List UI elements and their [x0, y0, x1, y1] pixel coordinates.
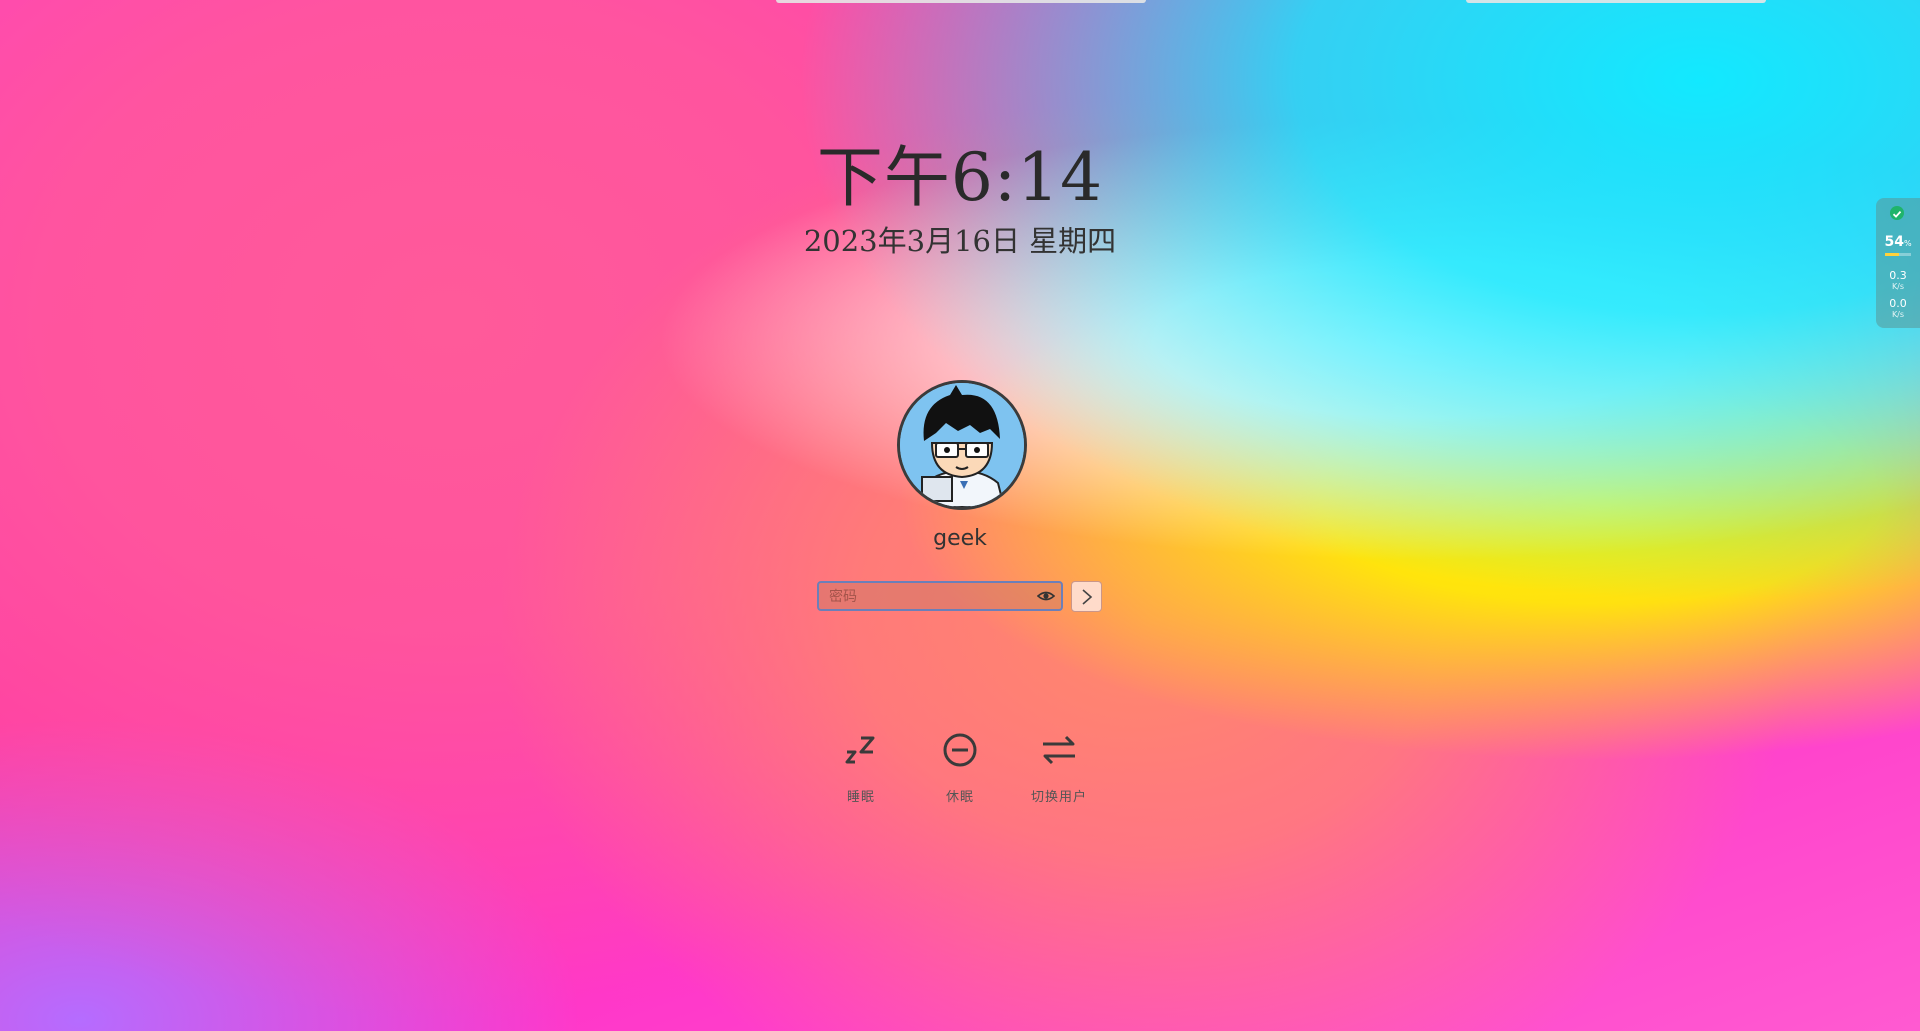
cpu-unit: % — [1903, 239, 1912, 248]
cpu-usage-bar — [1885, 253, 1911, 256]
clock-time: 下午6:14 — [816, 139, 1104, 216]
upload-speed: 0.3 K/s — [1876, 269, 1920, 292]
user-avatar[interactable] — [897, 380, 1027, 510]
cpu-usage-bar-fill — [1885, 253, 1900, 256]
hibernate-icon — [943, 733, 977, 767]
sleep-icon — [845, 736, 875, 764]
system-monitor-widget[interactable]: 54% 0.3 K/s 0.0 K/s — [1876, 198, 1920, 328]
switch-user-icon — [1043, 735, 1075, 765]
switch-user-button[interactable]: 切换用户 — [999, 728, 1119, 805]
switch-user-label: 切换用户 — [1030, 790, 1087, 805]
download-speed: 0.0 K/s — [1876, 297, 1920, 320]
top-tab-left[interactable] — [776, 0, 1146, 3]
show-password-eye-icon[interactable] — [1037, 588, 1055, 604]
chevron-right-icon — [1082, 589, 1093, 605]
username-label: geek — [933, 526, 987, 551]
download-speed-value: 0.0 — [1889, 297, 1907, 310]
login-submit-button[interactable] — [1071, 581, 1102, 612]
password-input[interactable] — [827, 583, 1031, 611]
cpu-value: 54 — [1884, 234, 1904, 250]
password-field-container — [817, 581, 1063, 611]
upload-speed-value: 0.3 — [1889, 269, 1907, 282]
clock-date: 2023年3月16日 星期四 — [803, 224, 1117, 258]
download-speed-unit: K/s — [1891, 310, 1905, 319]
avatar-cartoon-icon — [900, 383, 1024, 507]
cpu-usage: 54% — [1876, 234, 1920, 250]
check-icon — [1890, 206, 1904, 220]
upload-speed-unit: K/s — [1891, 282, 1905, 291]
top-tab-right[interactable] — [1466, 0, 1766, 3]
